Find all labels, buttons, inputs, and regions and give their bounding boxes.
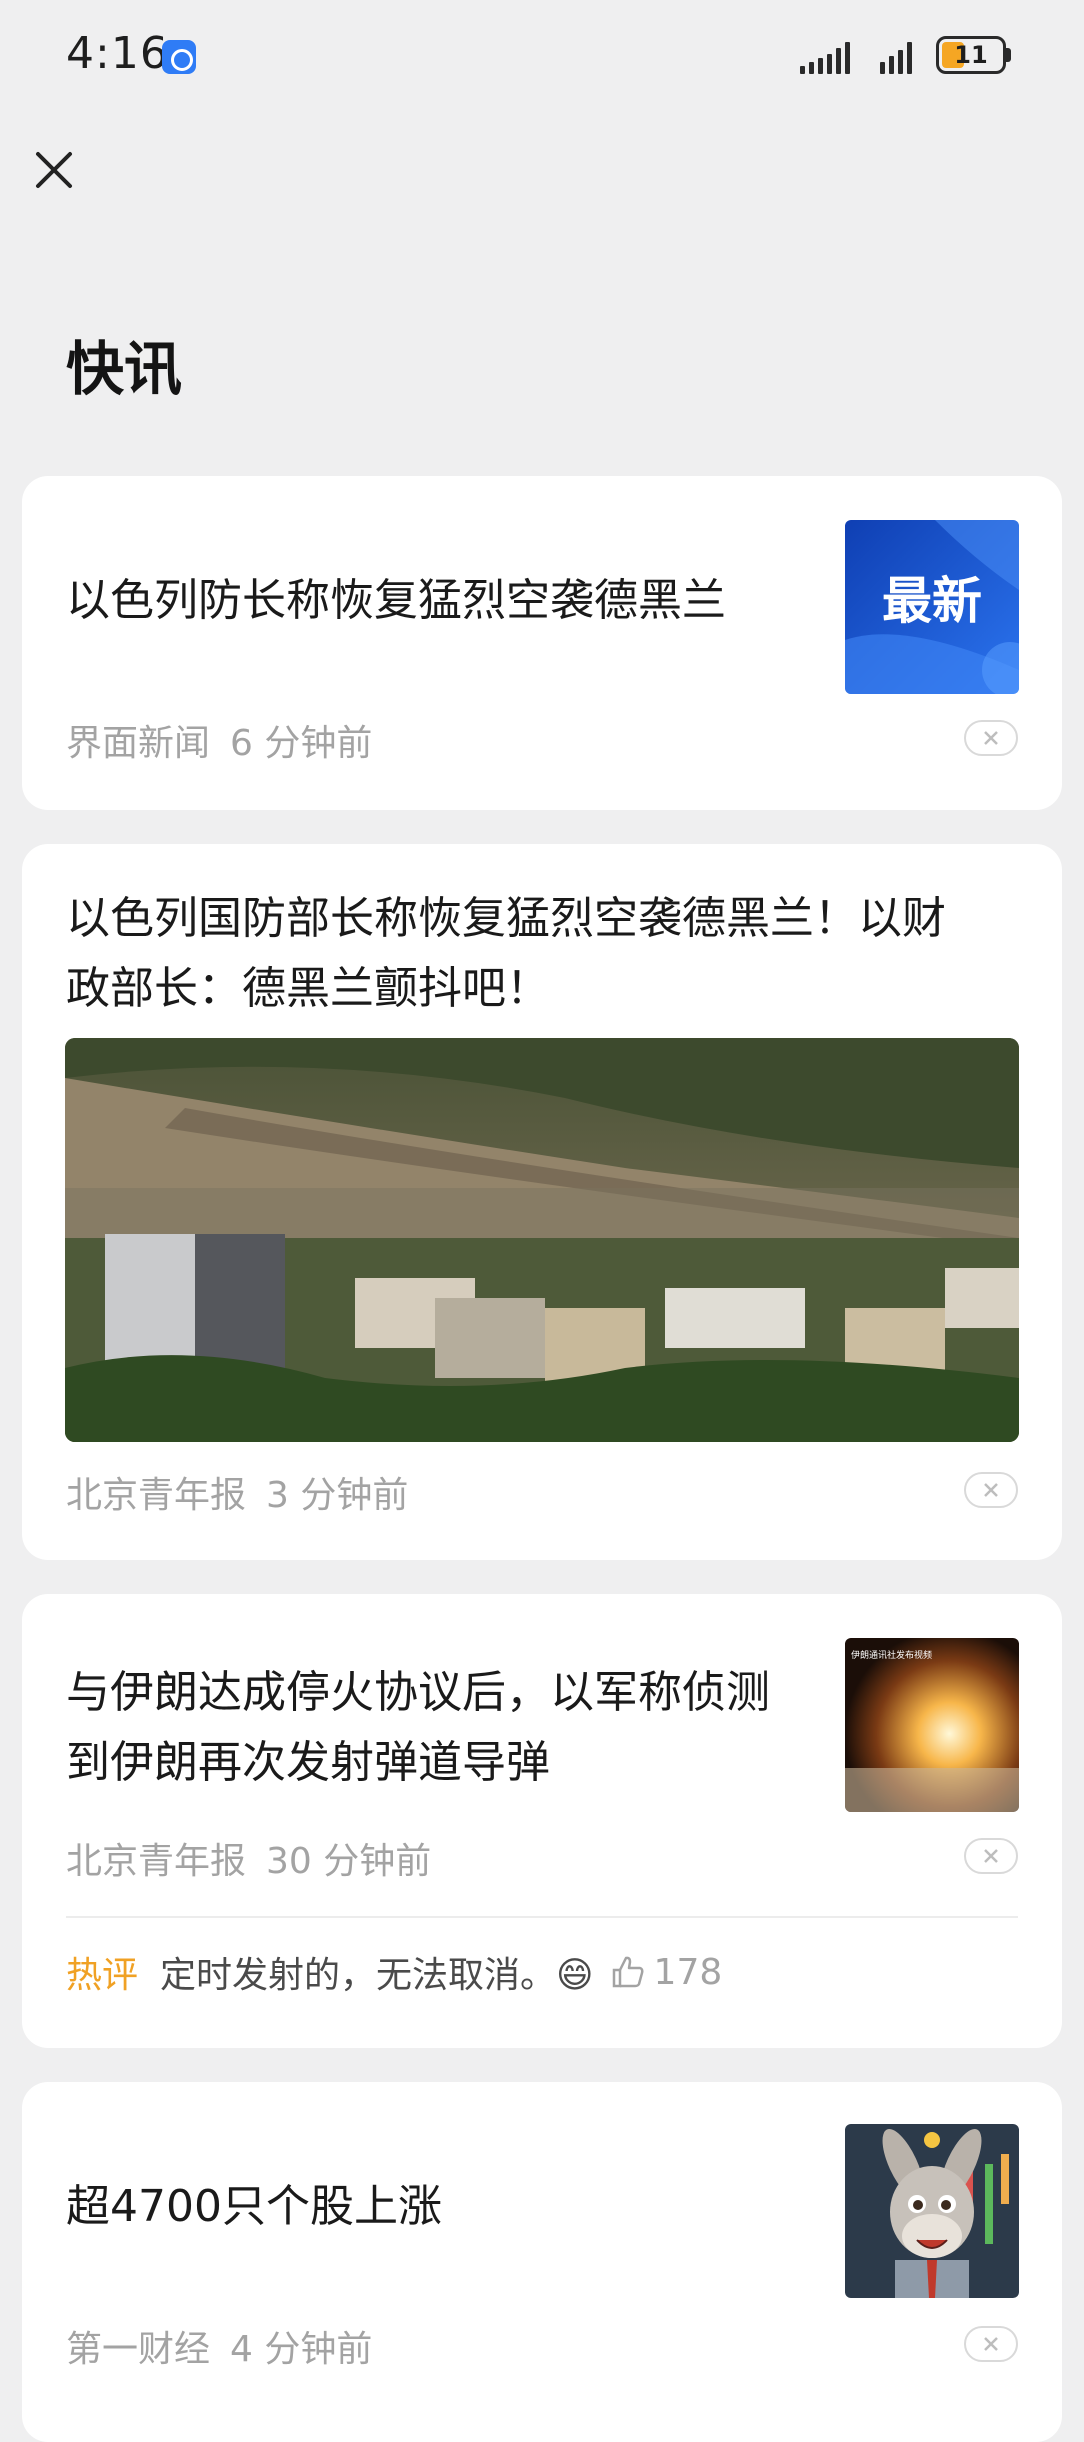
news-thumbnail[interactable] [845, 2124, 1019, 2298]
news-time: 30 分钟前 [266, 1841, 432, 1882]
like-count: 178 [653, 1951, 723, 1993]
battery-icon: 11 [936, 36, 1006, 74]
headline-line: 以色列国防部长称恢复猛烈空袭德黑兰！以财 [66, 893, 946, 944]
news-headline[interactable]: 超4700只个股上涨 [66, 2172, 442, 2242]
close-icon [984, 2337, 998, 2351]
close-icon [984, 1849, 998, 1863]
page-title: 快讯 [66, 335, 183, 403]
dismiss-button[interactable] [964, 2326, 1018, 2362]
hot-comment-text: 定时发射的，无法取消。😄 [160, 1955, 594, 1996]
signal-icon [880, 40, 912, 74]
signal-icon [800, 40, 850, 74]
news-source: 界面新闻 [66, 723, 211, 764]
news-headline[interactable]: 以色列防长称恢复猛烈空袭德黑兰 [66, 566, 726, 636]
news-meta: 北京青年报 3 分钟前 [66, 1466, 408, 1518]
status-time: 4:16 [66, 28, 169, 79]
battery-tip [1006, 48, 1011, 62]
thumbs-up-icon[interactable] [608, 1952, 648, 1992]
dismiss-button[interactable] [964, 1472, 1018, 1508]
cartoon-donkey-image [845, 2124, 1019, 2298]
news-time: 4 分钟前 [230, 2329, 373, 2370]
news-source: 北京青年报 [66, 1841, 247, 1882]
news-card[interactable]: 超4700只个股上涨 第一财经 4 分钟前 [22, 2082, 1062, 2442]
news-card[interactable]: 与伊朗达成停火协议后，以军称侦测 到伊朗再次发射弹道导弹 伊朗通讯社发布视频 北… [22, 1594, 1062, 2048]
news-time: 6 分钟前 [230, 723, 373, 764]
news-meta: 北京青年报 30 分钟前 [66, 1832, 431, 1884]
news-meta: 界面新闻 6 分钟前 [66, 714, 372, 766]
breaking-news-image: 最新 [845, 520, 1019, 694]
news-meta: 第一财经 4 分钟前 [66, 2320, 372, 2372]
close-icon [36, 152, 72, 188]
hot-comment[interactable]: 热评 定时发射的，无法取消。😄 178 [66, 1946, 722, 1998]
close-icon [984, 1483, 998, 1497]
news-headline[interactable]: 以色列国防部长称恢复猛烈空袭德黑兰！以财 政部长：德黑兰颤抖吧！ [66, 884, 946, 1024]
news-time: 3 分钟前 [266, 1475, 409, 1516]
thumb-label: 最新 [882, 572, 982, 630]
city-landscape-image [65, 1038, 1019, 1442]
news-thumbnail[interactable]: 最新 [845, 520, 1019, 694]
app-badge-icon [162, 40, 196, 74]
close-icon [984, 731, 998, 745]
missile-launch-image: 伊朗通讯社发布视频 [845, 1638, 1019, 1812]
news-thumbnail[interactable]: 伊朗通讯社发布视频 [845, 1638, 1019, 1812]
news-headline[interactable]: 与伊朗达成停火协议后，以军称侦测 到伊朗再次发射弹道导弹 [66, 1658, 770, 1798]
headline-line: 与伊朗达成停火协议后，以军称侦测 [66, 1667, 770, 1718]
news-source: 第一财经 [66, 2329, 211, 2370]
news-source: 北京青年报 [66, 1475, 247, 1516]
divider [66, 1916, 1018, 1918]
close-button[interactable] [24, 140, 84, 200]
headline-line: 到伊朗再次发射弹道导弹 [66, 1737, 550, 1788]
thumb-caption: 伊朗通讯社发布视频 [851, 1649, 932, 1661]
status-bar: 4:16 11 [0, 0, 1084, 110]
battery-level: 11 [954, 41, 988, 69]
news-photo[interactable] [65, 1038, 1019, 1442]
dismiss-button[interactable] [964, 1838, 1018, 1874]
headline-line: 政部长：德黑兰颤抖吧！ [66, 963, 550, 1014]
dismiss-button[interactable] [964, 720, 1018, 756]
news-card[interactable]: 以色列防长称恢复猛烈空袭德黑兰 界面新闻 6 分钟前 最新 [22, 476, 1062, 810]
news-card[interactable]: 以色列国防部长称恢复猛烈空袭德黑兰！以财 政部长：德黑兰颤抖吧！ 北京青年报 3… [22, 844, 1062, 1560]
hot-comment-label: 热评 [66, 1955, 139, 1996]
